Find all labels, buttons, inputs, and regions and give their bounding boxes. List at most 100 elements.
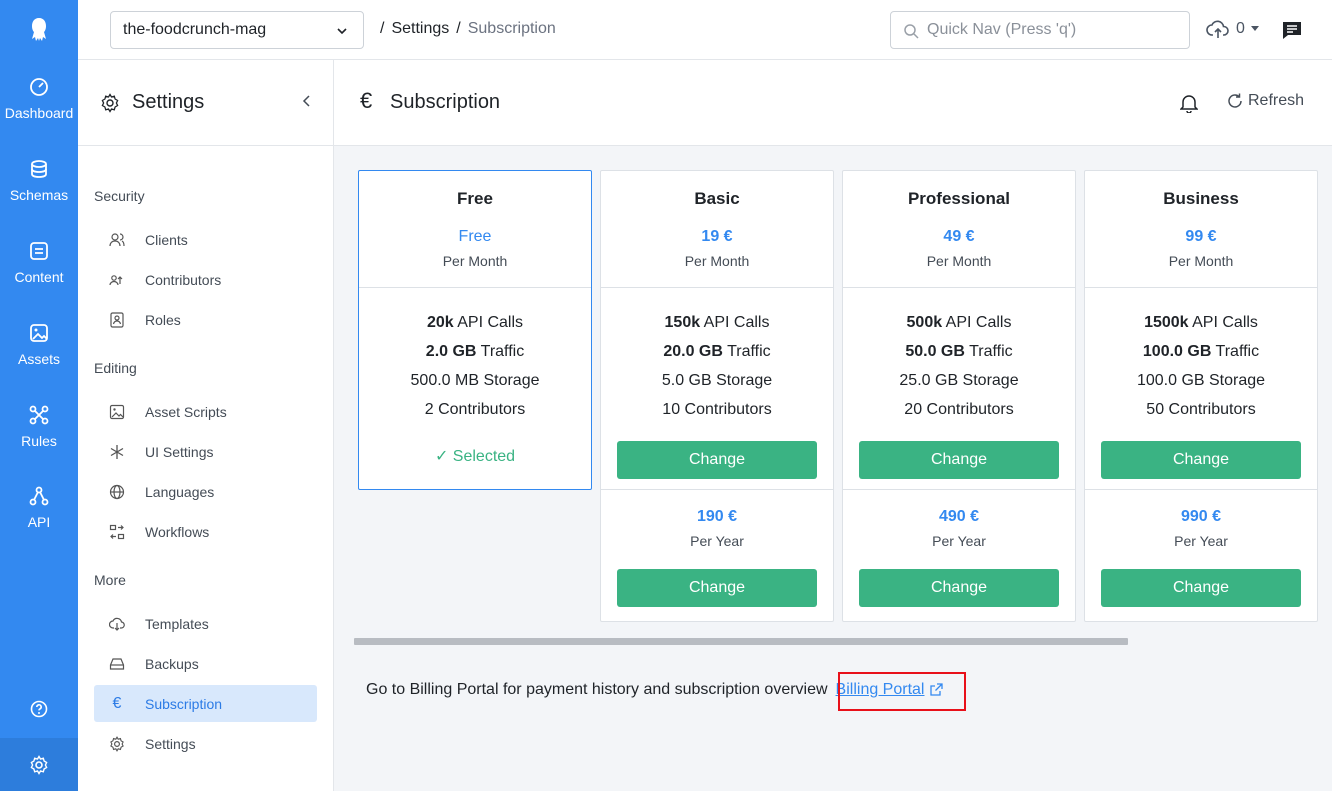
chevron-left-icon[interactable] [301,94,313,108]
selected-status: ✓ Selected [434,448,516,465]
billing-portal-text: Go to Billing Portal for payment history… [366,681,828,698]
feature-traffic: 2.0 GB Traffic [425,343,525,360]
api-icon [29,486,49,506]
nav-item-clients[interactable]: Clients [94,221,317,258]
plan-name: Professional [907,189,1011,208]
refresh-label: Refresh [1248,92,1305,109]
nav-item-languages[interactable]: Languages [94,473,317,510]
plan-card-business: Business 99 € Per Month 1500k API Calls … [1084,170,1318,622]
nav-item-label: Workflows [145,523,210,540]
nav-item-label: Clients [145,231,188,248]
rail-label-assets: Assets [17,351,60,367]
horizontal-scrollbar[interactable] [354,638,1128,645]
upload-status-button[interactable]: 0 [1206,18,1259,40]
feature-storage: 5.0 GB Storage [661,372,773,389]
nav-item-settings[interactable]: Settings [94,725,317,762]
euro-icon: € [112,694,122,712]
nav-item-workflows[interactable]: Workflows [94,513,317,550]
plan-yearly-section: 990 € Per Year Change [1085,489,1317,607]
breadcrumb-subscription: Subscription [467,20,556,37]
feature-storage: 500.0 MB Storage [410,372,540,389]
change-monthly-button[interactable]: Change [859,441,1059,479]
feature-contributors: 2 Contributors [424,401,526,418]
rail-item-rules[interactable]: Rules [0,392,78,462]
plan-period: Per Month [442,253,508,269]
users-icon [109,232,125,246]
nav-item-ui-settings[interactable]: UI Settings [94,433,317,470]
feature-traffic: 20.0 GB Traffic [663,343,771,360]
caret-down-icon [1250,26,1259,31]
change-yearly-button[interactable]: Change [1101,569,1301,607]
plan-yearly-price: 190 € [696,508,738,525]
assets-icon [30,324,48,342]
dashboard-icon [30,78,48,96]
nav-item-label: Subscription [145,695,223,712]
change-yearly-button[interactable]: Change [859,569,1059,607]
plan-price: 19 € [701,228,733,245]
workflow-icon [109,524,125,539]
top-bar: the-foodcrunch-mag / Settings / Subscrip… [78,0,1332,60]
rail-label-api: API [27,514,51,530]
feature-traffic: 50.0 GB Traffic [905,343,1013,360]
settings-panel-title: Settings [132,91,205,113]
plan-card-free: Free Free Per Month 20k API Calls 2.0 GB… [358,170,592,490]
plan-price: Free [458,228,492,245]
plan-card-professional: Professional 49 € Per Month 500k API Cal… [842,170,1076,622]
quick-nav-input[interactable]: Quick Nav (Press 'q') [890,11,1190,49]
refresh-button[interactable]: Refresh [1226,92,1304,110]
content-icon [30,242,48,260]
rail-label-dashboard: Dashboard [4,105,74,121]
nav-item-backups[interactable]: Backups [94,645,317,682]
nav-item-templates[interactable]: Templates [94,605,317,642]
change-monthly-button[interactable]: Change [1101,441,1301,479]
rail-item-dashboard[interactable]: Dashboard [0,64,78,134]
squidex-logo-icon[interactable] [0,0,78,60]
feature-api-calls: 150k API Calls [664,314,770,331]
rail-item-content[interactable]: Content [0,228,78,298]
cloud-upload-icon [1206,20,1229,38]
rail-label-rules: Rules [21,433,57,449]
nav-item-label: Contributors [145,271,222,288]
feature-api-calls: 1500k API Calls [1144,314,1258,331]
nav-item-contributors[interactable]: Contributors [94,261,317,298]
nav-item-subscription[interactable]: € Subscription [94,685,317,722]
gear-icon [30,754,48,775]
gear-icon [110,735,124,752]
nav-item-asset-scripts[interactable]: Asset Scripts [94,393,317,430]
help-button[interactable] [0,690,78,728]
rail-item-api[interactable]: API [0,473,78,543]
main-navigation-rail: Dashboard Schemas Content Assets Rules A… [0,0,78,791]
plan-yearly-period: Per Year [690,533,744,549]
euro-icon: € [360,88,373,113]
feature-contributors: 20 Contributors [904,401,1014,418]
gear-icon [101,92,119,113]
plan-yearly-price: 490 € [938,508,980,525]
breadcrumb-separator: / [380,20,385,37]
chat-icon [1283,22,1301,39]
rules-icon [29,405,49,425]
rail-item-schemas[interactable]: Schemas [0,146,78,216]
asterisk-icon [110,444,124,459]
plan-yearly-price: 990 € [1180,508,1222,525]
contributors-icon [109,274,123,285]
breadcrumb-separator: / [456,20,461,37]
app-selector[interactable]: the-foodcrunch-mag [110,11,364,49]
bell-icon[interactable] [1180,93,1198,113]
plan-header: Professional 49 € Per Month [843,171,1075,288]
change-yearly-button[interactable]: Change [617,569,817,607]
plan-name: Basic [694,189,740,208]
breadcrumb-settings[interactable]: Settings [391,20,449,38]
notifications-chat-button[interactable] [1281,20,1303,45]
rail-item-assets[interactable]: Assets [0,310,78,380]
nav-item-roles[interactable]: Roles [94,301,317,338]
rail-settings-button[interactable] [0,738,78,791]
plan-features: 500k API Calls 50.0 GB Traffic 25.0 GB S… [843,288,1075,424]
nav-item-label: Templates [145,615,209,632]
content-header: € Subscription Refresh [334,60,1332,146]
quick-nav-placeholder: Quick Nav (Press 'q') [927,21,1077,38]
app-selector-value: the-foodcrunch-mag [123,21,267,38]
hard-drive-icon [109,657,125,670]
plan-yearly-period: Per Year [1174,533,1228,549]
group-title-more: More [94,572,126,588]
change-monthly-button[interactable]: Change [617,441,817,479]
